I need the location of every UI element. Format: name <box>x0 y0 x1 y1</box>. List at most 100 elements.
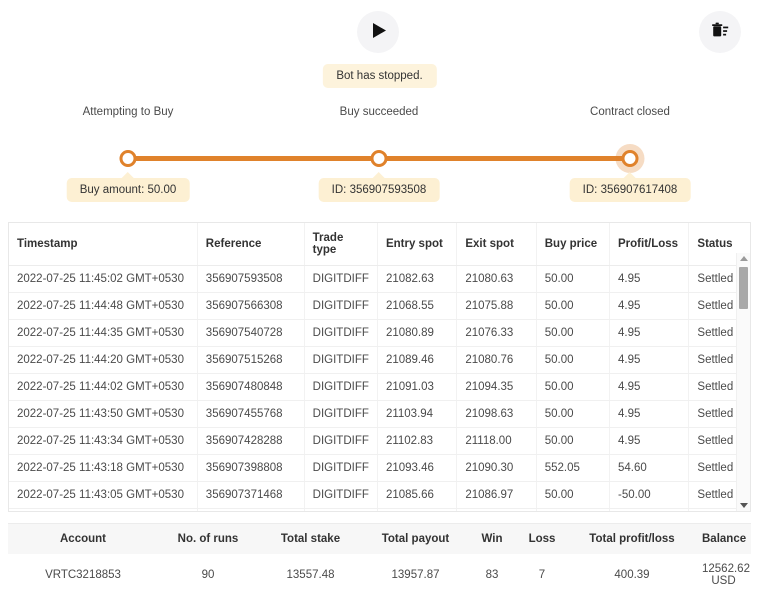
cell-timestamp: 2022-07-25 11:44:20 GMT+0530 <box>9 346 198 374</box>
cell-trade-type: DIGITDIFF <box>304 346 378 374</box>
summary-header-total-stake: Total stake <box>258 524 363 554</box>
cell-profit-loss: -50.00 <box>609 481 690 509</box>
cell-exit-spot: 21075.88 <box>456 292 537 320</box>
cell-timestamp: 2022-07-25 11:42:51 GMT+0530 <box>9 508 198 511</box>
clear-stat-button[interactable] <box>699 11 741 53</box>
table-row[interactable]: 2022-07-25 11:43:50 GMT+0530 356907455768… <box>9 400 750 428</box>
column-header-profit-loss: Profit/Loss <box>609 223 690 266</box>
cell-trade-type: DIGITDIFF <box>304 454 378 482</box>
run-bot-button[interactable] <box>357 11 399 53</box>
cell-trade-type: DIGITDIFF <box>304 427 378 455</box>
scrollbar-thumb[interactable] <box>739 267 748 309</box>
cell-exit-spot: 21076.33 <box>456 319 537 347</box>
timeline-label-2: Buy succeeded <box>339 106 419 118</box>
cell-timestamp: 2022-07-25 11:43:34 GMT+0530 <box>9 427 198 455</box>
summary-value-win: 83 <box>468 554 516 596</box>
cell-profit-loss: 4.95 <box>609 427 690 455</box>
cell-profit-loss: 4.95 <box>609 373 690 401</box>
timeline-node-attempting-to-buy[interactable] <box>119 150 137 167</box>
timeline-node-buy-succeeded[interactable] <box>370 150 388 167</box>
timeline-labels: Attempting to Buy Buy succeeded Contract… <box>0 106 759 126</box>
cell-exit-spot: 21098.63 <box>456 400 537 428</box>
cell-entry-spot: 21102.83 <box>377 427 458 455</box>
cell-reference: 356907455768 <box>197 400 305 428</box>
cell-timestamp: 2022-07-25 11:44:35 GMT+0530 <box>9 319 198 347</box>
table-row[interactable]: 2022-07-25 11:43:34 GMT+0530 356907428288… <box>9 427 750 455</box>
table-row[interactable]: 2022-07-25 11:42:51 GMT+0530356907344148… <box>9 508 750 511</box>
timeline-label-3: Contract closed <box>590 106 670 118</box>
summary-header-loss: Loss <box>516 524 568 554</box>
table-scrollbar[interactable] <box>736 253 750 511</box>
cell-profit-loss: 4.95 <box>609 266 690 293</box>
cell-buy-price: 50.00 <box>536 481 611 509</box>
cell-exit-spot: 21094.35 <box>456 373 537 401</box>
timeline-track <box>119 150 639 167</box>
timeline-tooltips: Buy amount: 50.00 ID: 356907593508 ID: 3… <box>0 178 759 208</box>
summary-value-account: VRTC3218853 <box>8 554 158 596</box>
table-header-row: Timestamp Reference Trade type Entry spo… <box>9 223 750 266</box>
cell-exit-spot: 21080.76 <box>456 346 537 374</box>
table-row[interactable]: 2022-07-25 11:44:35 GMT+0530 356907540728… <box>9 319 750 347</box>
summary-value-total-stake: 13557.48 <box>258 554 363 596</box>
cell-entry-spot: 21084.25 <box>377 508 458 511</box>
cell-entry-spot: 21085.66 <box>377 481 458 509</box>
cell-trade-type: DIGITDIFF <box>304 292 378 320</box>
cell-exit-spot: 21090.30 <box>456 454 537 482</box>
cell-reference: 356907480848 <box>197 373 305 401</box>
cell-buy-price: 552.05 <box>536 454 611 482</box>
play-icon <box>369 22 387 42</box>
cell-buy-price: 50.00 <box>536 319 611 347</box>
cell-timestamp: 2022-07-25 11:43:50 GMT+0530 <box>9 400 198 428</box>
cell-reference: 356907398808 <box>197 454 305 482</box>
cell-entry-spot: 21089.46 <box>377 346 458 374</box>
cell-reference: 356907371468 <box>197 481 305 509</box>
cell-exit-spot: 21077.41 <box>456 508 537 511</box>
column-header-timestamp: Timestamp <box>9 223 198 266</box>
cell-buy-price: 50.00 <box>536 373 611 401</box>
scroll-up-arrow-icon[interactable] <box>739 256 748 261</box>
cell-profit-loss: 4.95 <box>609 319 690 347</box>
cell-profit-loss: 54.60 <box>609 454 690 482</box>
summary-value-runs: 90 <box>158 554 258 596</box>
transactions-table-body-scroll[interactable]: 2022-07-25 11:45:02 GMT+0530 356907593508… <box>9 266 750 511</box>
cell-timestamp: 2022-07-25 11:45:02 GMT+0530 <box>9 266 198 293</box>
table-row[interactable]: 2022-07-25 11:44:48 GMT+0530 356907566308… <box>9 292 750 320</box>
column-header-buy-price: Buy price <box>536 223 611 266</box>
table-row[interactable]: 2022-07-25 11:43:18 GMT+0530 356907398808… <box>9 454 750 482</box>
summary-value-row: VRTC3218853 90 13557.48 13957.87 83 7 40… <box>8 554 751 596</box>
table-row[interactable]: 2022-07-25 11:45:02 GMT+0530 356907593508… <box>9 266 750 293</box>
cell-reference: 356907428288 <box>197 427 305 455</box>
cell-trade-type: DIGITDIFF <box>304 319 378 347</box>
cell-entry-spot: 21103.94 <box>377 400 458 428</box>
cell-trade-type: DIGITDIFF <box>304 508 378 511</box>
summary-value-total-pl: 400.39 <box>568 554 696 596</box>
cell-timestamp: 2022-07-25 11:44:48 GMT+0530 <box>9 292 198 320</box>
cell-buy-price: 50.00 <box>536 292 611 320</box>
cell-entry-spot: 21091.03 <box>377 373 458 401</box>
cell-buy-price: 50.00 <box>536 400 611 428</box>
scroll-down-arrow-icon[interactable] <box>739 503 748 508</box>
table-row[interactable]: 2022-07-25 11:44:02 GMT+0530 356907480848… <box>9 373 750 401</box>
timeline-node-contract-closed[interactable] <box>621 150 639 167</box>
cell-buy-price: 50.00 <box>536 346 611 374</box>
summary-header-win: Win <box>468 524 516 554</box>
cell-trade-type: DIGITDIFF <box>304 373 378 401</box>
timeline-tooltip-close-id: ID: 356907617408 <box>569 178 691 202</box>
summary-header-runs: No. of runs <box>158 524 258 554</box>
cell-timestamp: 2022-07-25 11:44:02 GMT+0530 <box>9 373 198 401</box>
cell-entry-spot: 21082.63 <box>377 266 458 293</box>
table-row[interactable]: 2022-07-25 11:43:05 GMT+0530 356907371468… <box>9 481 750 509</box>
column-header-trade-type: Trade type <box>304 223 378 266</box>
cell-reference: 356907540728 <box>197 319 305 347</box>
cell-profit-loss: 4.95 <box>609 292 690 320</box>
table-row[interactable]: 2022-07-25 11:44:20 GMT+0530 356907515268… <box>9 346 750 374</box>
timeline-tooltip-buy-id: ID: 356907593508 <box>318 178 440 202</box>
cell-exit-spot: 21080.63 <box>456 266 537 293</box>
summary-header-balance: Balance <box>696 524 751 554</box>
cell-trade-type: DIGITDIFF <box>304 266 378 293</box>
cell-buy-price: 50.00 <box>536 266 611 293</box>
trade-progress-timeline: Attempting to Buy Buy succeeded Contract… <box>0 106 759 214</box>
cell-profit-loss: 4.95 <box>609 508 690 511</box>
column-header-entry-spot: Entry spot <box>377 223 458 266</box>
cell-profit-loss: 4.95 <box>609 346 690 374</box>
